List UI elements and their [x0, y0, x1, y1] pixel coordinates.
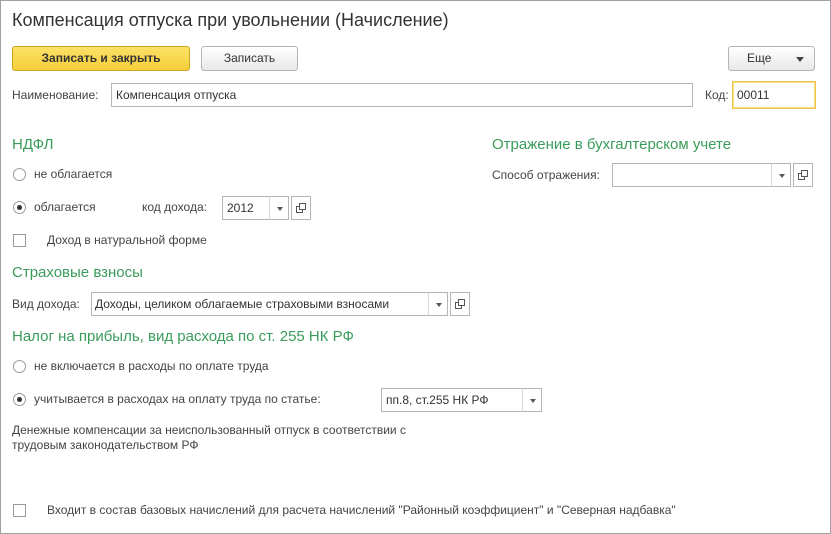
page-title: Компенсация отпуска при увольнении (Начи…: [12, 10, 449, 30]
profit-tax-heading: Налог на прибыль, вид расхода по ст. 255…: [12, 328, 354, 345]
article-dropdown[interactable]: [522, 388, 542, 412]
accounting-method-label: Способ отражения:: [492, 168, 600, 182]
included-label: учитывается в расходах на оплату труда п…: [34, 392, 321, 406]
base-accruals-label: Входит в состав базовых начислений для р…: [47, 503, 676, 517]
open-window-icon: [296, 203, 306, 213]
ndfl-not-taxed-label: не облагается: [34, 167, 113, 181]
ndfl-not-taxed-radio[interactable]: [13, 168, 26, 181]
insurance-heading: Страховые взносы: [12, 264, 143, 281]
income-type-input[interactable]: Доходы, целиком облагаемые страховыми вз…: [91, 292, 429, 316]
chevron-down-icon: [436, 303, 442, 307]
income-code-input[interactable]: 2012: [222, 196, 270, 220]
ndfl-heading: НДФЛ: [12, 136, 54, 153]
more-button[interactable]: Еще: [728, 46, 815, 71]
open-window-icon: [455, 299, 465, 309]
accounting-method-dropdown[interactable]: [771, 163, 791, 187]
ndfl-taxed-radio[interactable]: [13, 201, 26, 214]
chevron-down-icon: [779, 174, 785, 178]
income-type-label: Вид дохода:: [12, 297, 80, 311]
expense-note: Денежные компенсации за неиспользованный…: [12, 423, 406, 452]
ndfl-taxed-label: облагается: [34, 200, 96, 214]
accounting-method-open-button[interactable]: [793, 163, 813, 187]
not-included-radio[interactable]: [13, 360, 26, 373]
in-kind-income-label: Доход в натуральной форме: [47, 233, 207, 247]
name-input[interactable]: Компенсация отпуска: [111, 83, 693, 107]
in-kind-income-checkbox[interactable]: [13, 234, 26, 247]
base-accruals-checkbox[interactable]: [13, 504, 26, 517]
income-code-label: код дохода:: [142, 200, 207, 214]
more-button-label: Еще: [747, 51, 772, 65]
save-button[interactable]: Записать: [201, 46, 298, 71]
open-window-icon: [798, 170, 808, 180]
included-radio[interactable]: [13, 393, 26, 406]
accounting-heading: Отражение в бухгалтерском учете: [492, 136, 732, 153]
chevron-down-icon: [530, 399, 536, 403]
save-and-close-button[interactable]: Записать и закрыть: [12, 46, 190, 71]
code-label: Код:: [705, 88, 729, 102]
income-code-open-button[interactable]: [291, 196, 311, 220]
name-label: Наименование:: [12, 88, 99, 102]
income-code-dropdown[interactable]: [269, 196, 289, 220]
code-input[interactable]: 00011: [732, 81, 816, 109]
income-type-open-button[interactable]: [450, 292, 470, 316]
article-input[interactable]: пп.8, ст.255 НК РФ: [381, 388, 523, 412]
income-type-dropdown[interactable]: [428, 292, 448, 316]
accounting-method-input[interactable]: [612, 163, 772, 187]
not-included-label: не включается в расходы по оплате труда: [34, 359, 269, 373]
chevron-down-icon: [796, 57, 804, 62]
chevron-down-icon: [277, 207, 283, 211]
